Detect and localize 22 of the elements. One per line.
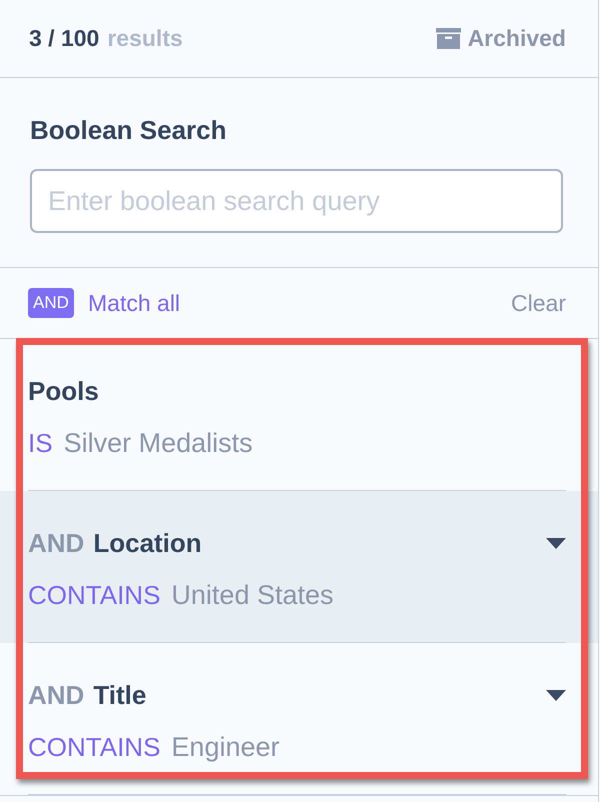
section-title: Boolean Search [30,115,228,145]
caret-down-icon[interactable] [546,690,566,700]
operator-badge: AND [28,288,74,318]
filter-value: Silver Medalists [64,428,253,458]
filter-value: Engineer [171,732,280,762]
operator-label: IS [28,428,53,458]
result-count: 3 / 100 [29,25,100,52]
caret-down-icon[interactable] [546,538,566,548]
results-label: results [107,25,183,52]
archive-box-icon [436,28,461,49]
operator-label: CONTAINS [28,732,160,762]
filter-value: United States [171,580,334,610]
filter-field-label: Location [93,528,202,558]
operator-label: CONTAINS [28,580,160,610]
search-field[interactable]: Enter boolean search query [30,169,563,233]
filter-row[interactable]: AND Location CONTAINS United States [0,491,598,643]
connector-label: AND [28,680,84,710]
connector-label: AND [28,528,84,558]
filter-field-label: Pools [28,376,99,406]
filter-row[interactable]: AND Title CONTAINS Engineer [0,643,598,795]
match-all-link[interactable]: Match all [88,290,180,316]
filter-field-label: Title [93,680,146,710]
